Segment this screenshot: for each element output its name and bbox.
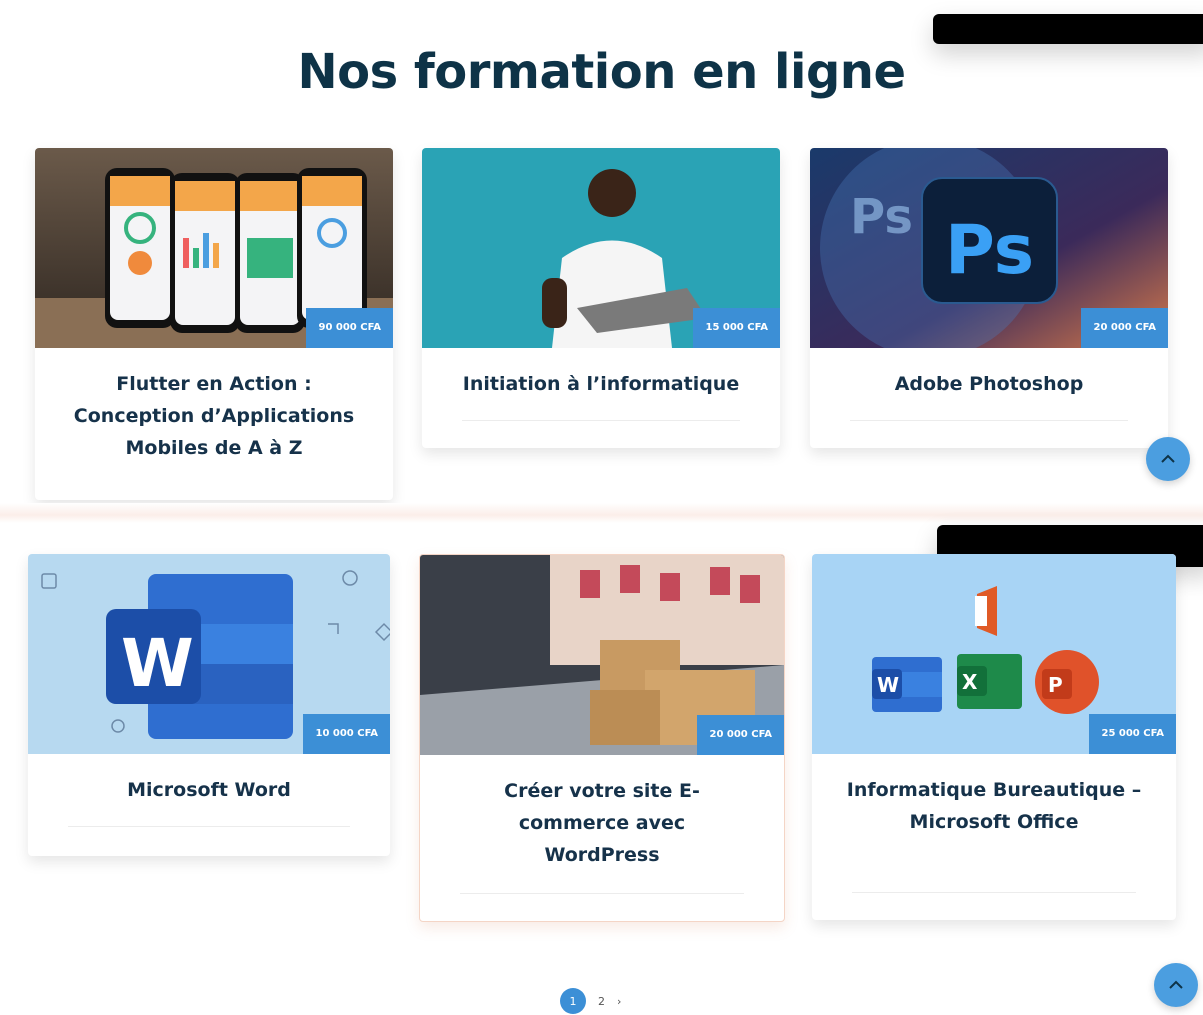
chevron-up-icon (1169, 980, 1183, 989)
course-title[interactable]: Flutter en Action : Conception d’Applica… (63, 368, 365, 464)
word-letter-icon: W (877, 673, 899, 697)
course-title[interactable]: Informatique Bureautique – Microsoft Off… (846, 774, 1142, 838)
page-2-button[interactable]: 2 (596, 995, 607, 1008)
overlay-black-bar (933, 14, 1203, 44)
price-badge: 10 000 CFA (303, 714, 390, 754)
course-card-office[interactable]: W X P 25 000 CFA Informatique Bureautiqu… (812, 554, 1176, 920)
scroll-to-top-button[interactable] (1146, 437, 1190, 481)
microsoft-word-logo-image: W 10 000 CFA (28, 554, 390, 754)
course-card-flutter[interactable]: 90 000 CFA Flutter en Action : Conceptio… (35, 148, 393, 500)
page-1-button[interactable]: 1 (560, 988, 586, 1014)
card-divider (68, 826, 350, 827)
ps-background-text: Ps (850, 189, 913, 245)
price-badge: 25 000 CFA (1089, 714, 1176, 754)
card-divider (460, 893, 744, 894)
page-title: Nos formation en ligne (297, 44, 906, 100)
course-title[interactable]: Initiation à l’informatique (442, 368, 760, 400)
scroll-to-top-button[interactable] (1154, 963, 1198, 1007)
course-card-initiation[interactable]: 15 000 CFA Initiation à l’informatique (422, 148, 780, 448)
ps-logo-text: Ps (945, 211, 1034, 290)
price-badge: 15 000 CFA (693, 308, 780, 348)
card-divider (462, 420, 740, 421)
man-with-laptop-image: 15 000 CFA (422, 148, 780, 348)
card-divider (850, 420, 1128, 421)
card-divider (852, 892, 1136, 893)
course-card-word[interactable]: W 10 000 CFA Microsoft Word (28, 554, 390, 856)
price-badge: 20 000 CFA (1081, 308, 1168, 348)
flutter-phones-image: 90 000 CFA (35, 148, 393, 348)
section-divider (0, 503, 1203, 523)
word-logo-letter: W (121, 625, 194, 702)
course-card-ecommerce[interactable]: 20 000 CFA Créer votre site E-commerce a… (419, 554, 785, 922)
course-title[interactable]: Adobe Photoshop (830, 368, 1148, 400)
price-badge: 90 000 CFA (306, 308, 393, 348)
excel-letter-icon: X (962, 670, 978, 694)
course-card-photoshop[interactable]: Ps Ps 20 000 CFA Adobe Photoshop (810, 148, 1168, 448)
ecommerce-boxes-laptop-image: 20 000 CFA (420, 555, 784, 755)
microsoft-office-logos-image: W X P 25 000 CFA (812, 554, 1176, 754)
powerpoint-letter-icon: P (1048, 673, 1063, 697)
chevron-up-icon (1161, 454, 1175, 463)
photoshop-logo-image: Ps Ps 20 000 CFA (810, 148, 1168, 348)
price-badge: 20 000 CFA (697, 715, 784, 755)
course-title[interactable]: Microsoft Word (48, 774, 370, 806)
next-page-icon[interactable]: › (617, 995, 621, 1008)
course-title[interactable]: Créer votre site E-commerce avec WordPre… (470, 775, 734, 871)
